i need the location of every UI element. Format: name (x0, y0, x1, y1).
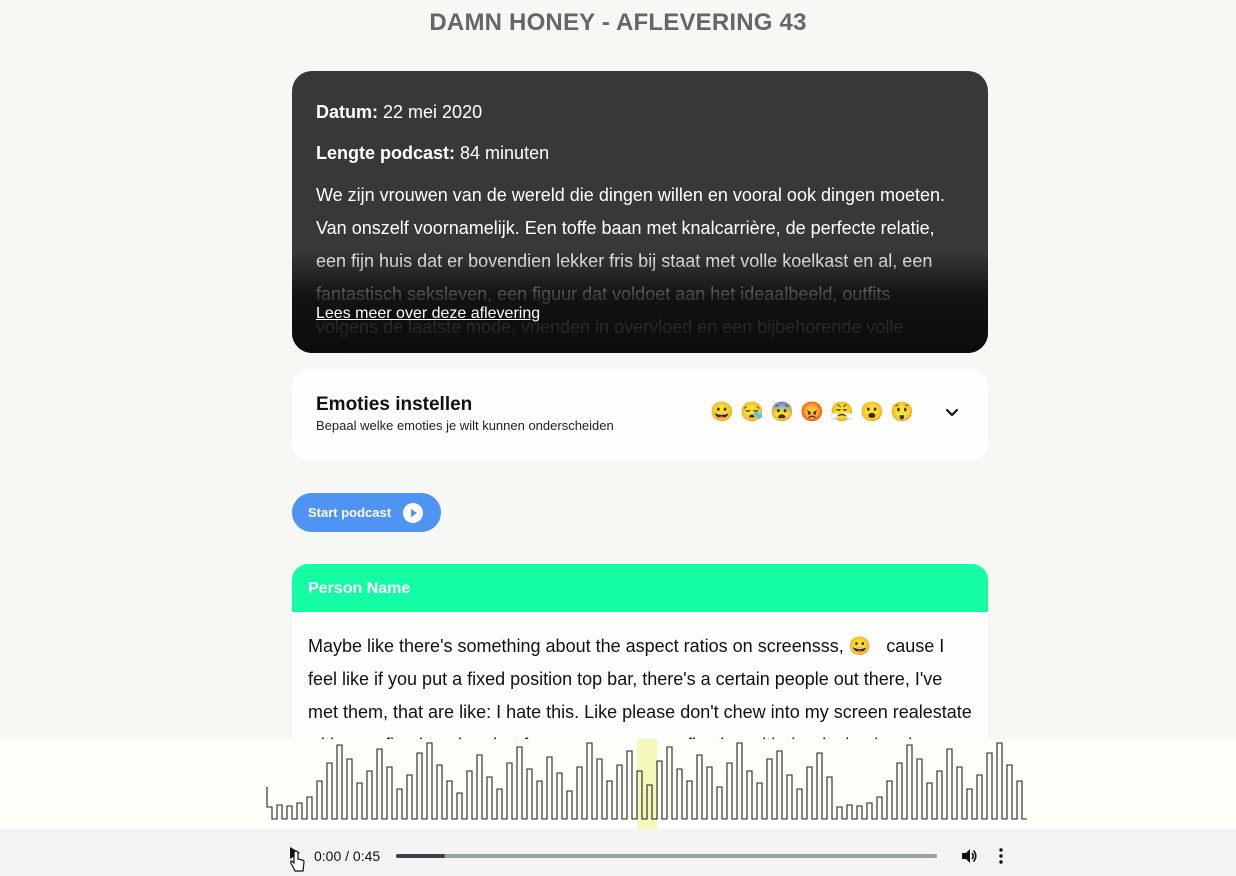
playback-progress-fill (396, 854, 445, 858)
read-more-link[interactable]: Lees meer over deze aflevering (316, 305, 540, 323)
date-line: Datum: 22 mei 2020 (316, 102, 482, 123)
playback-progress-slider[interactable] (396, 854, 937, 858)
more-options-icon[interactable] (992, 847, 1010, 865)
waveform[interactable] (0, 739, 1236, 829)
play-circle-icon (403, 503, 423, 523)
angry-face-icon: 😡 (800, 402, 824, 423)
episode-info-card: Datum: 22 mei 2020 Lengte podcast: 84 mi… (292, 71, 988, 353)
emotion-icon-list: 😀 😪 😨 😡 😤 😮 😲 (710, 402, 914, 424)
speaker-header: Person Name (292, 564, 988, 612)
emotion-settings-title: Emoties instellen (316, 394, 473, 415)
fearful-face-icon: 😨 (770, 402, 794, 423)
date-label: Datum: (316, 102, 378, 122)
audio-player: 0:00 / 0:45 (0, 829, 1236, 876)
transcript-text: Maybe like there's something about the a… (308, 630, 974, 754)
waveform-panel[interactable] (0, 739, 1236, 829)
volume-icon[interactable] (960, 847, 978, 865)
length-value: 84 minuten (460, 143, 550, 163)
date-value: 22 mei 2020 (383, 102, 483, 122)
start-podcast-label: Start podcast (308, 505, 392, 520)
start-podcast-button[interactable]: Start podcast (292, 493, 441, 532)
page-title: DAMN HONEY - AFLEVERING 43 (429, 9, 807, 36)
description-fade-overlay (292, 251, 988, 353)
transcript-card: Person Name Maybe like there's something… (292, 564, 988, 754)
transcript-text-before: Maybe like there's something about the a… (308, 636, 844, 656)
speaker-name: Person Name (308, 580, 411, 597)
emotion-settings-card[interactable]: Emoties instellen Bepaal welke emoties j… (292, 369, 988, 461)
chevron-down-icon[interactable] (942, 402, 962, 422)
steam-face-icon: 😤 (830, 402, 854, 423)
grinning-face-icon: 😀 (710, 402, 734, 423)
surprised-face-icon: 😮 (860, 402, 884, 423)
astonished-face-icon: 😲 (890, 402, 914, 423)
length-label: Lengte podcast: (316, 143, 456, 163)
length-line: Lengte podcast: 84 minuten (316, 143, 549, 164)
playback-time: 0:00 / 0:45 (314, 848, 381, 864)
hand-cursor-icon (290, 850, 305, 872)
grinning-face-icon: 😀 (848, 636, 872, 656)
emotion-settings-subtitle: Bepaal welke emoties je wilt kunnen onde… (316, 418, 614, 433)
sleepy-face-icon: 😪 (740, 402, 764, 423)
